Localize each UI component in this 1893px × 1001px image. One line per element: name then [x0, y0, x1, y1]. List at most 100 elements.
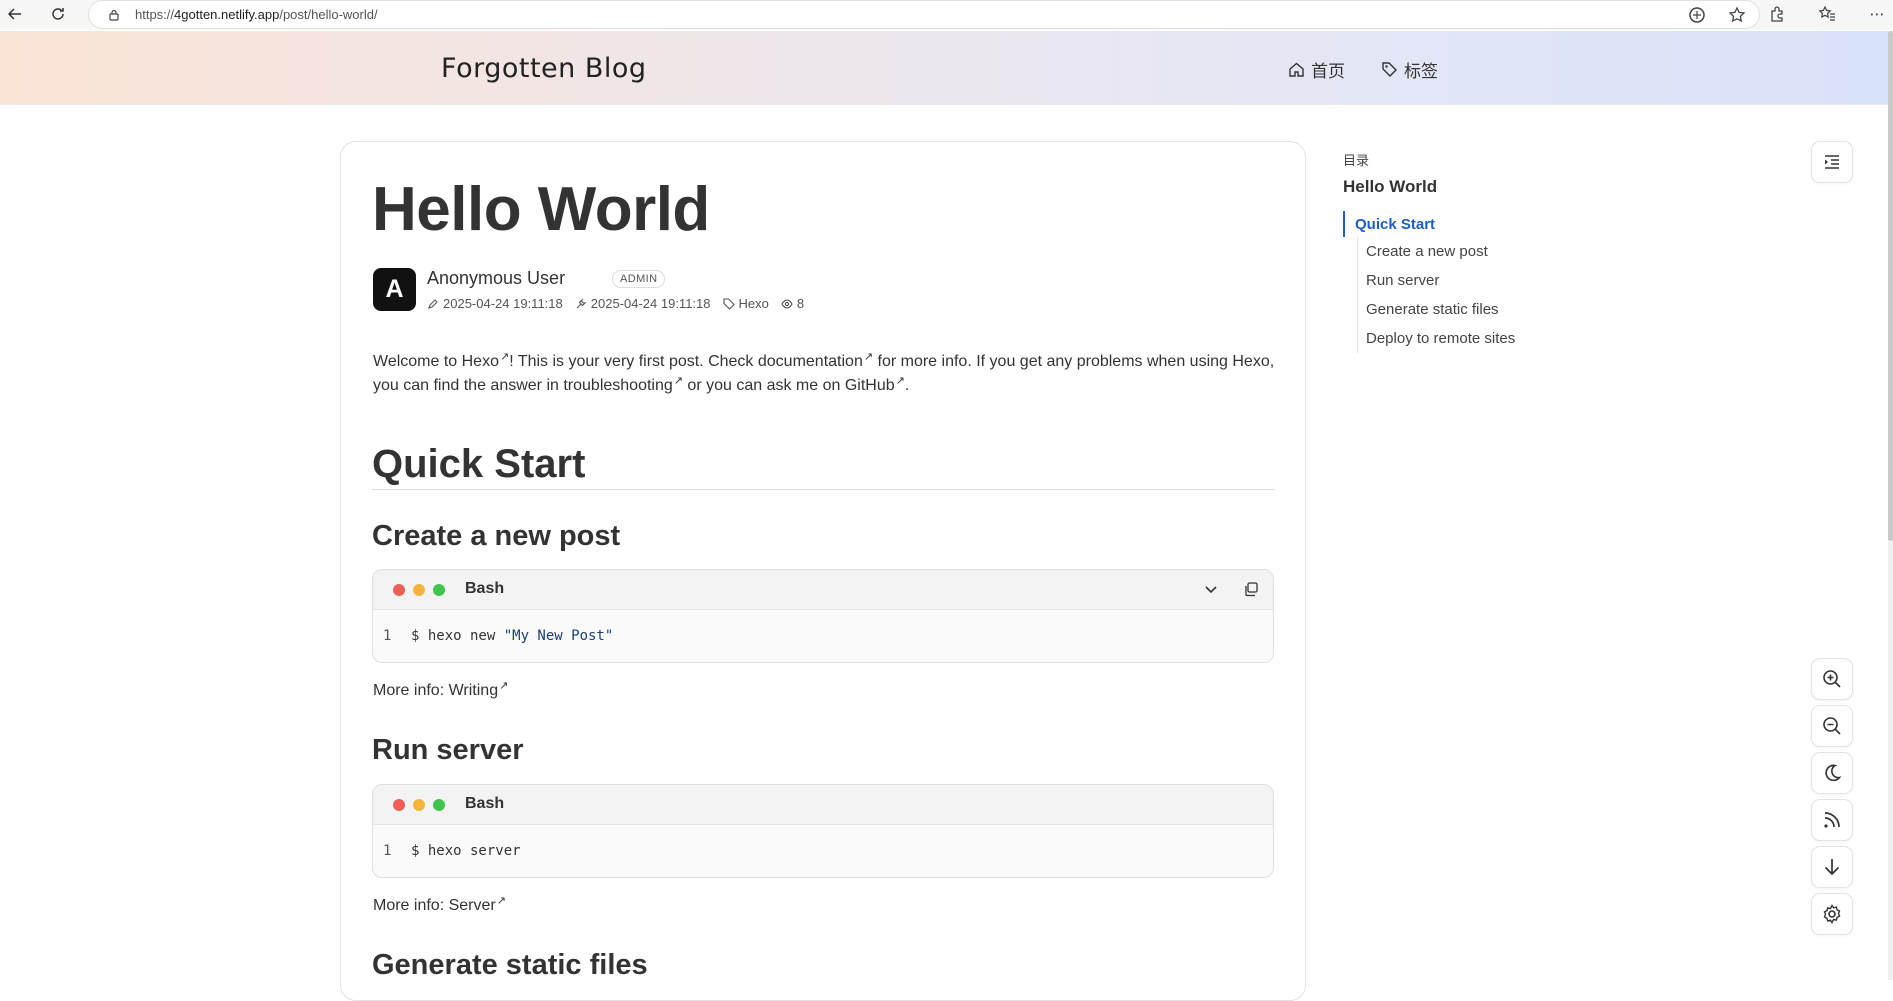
toc-toggle-button[interactable] — [1811, 141, 1853, 183]
zoom-in-icon — [1823, 670, 1841, 688]
code-content[interactable]: 1 $ hexo new "My New Post" — [373, 610, 1273, 662]
toc-list-icon — [1825, 155, 1839, 169]
scroll-down-button[interactable] — [1811, 846, 1853, 888]
browser-toolbar: https://4gotten.netlify.app/post/hello-w… — [0, 0, 1893, 30]
link-documentation[interactable]: documentation↗ — [757, 350, 874, 370]
code-language: Bash — [465, 580, 505, 597]
author-name: Anonymous User — [427, 268, 566, 288]
pencil-icon — [428, 298, 438, 309]
nav-item-home[interactable]: 首页 — [1288, 57, 1345, 82]
table-of-contents: 目录 Hello World Quick Start Create a new … — [1343, 150, 1603, 353]
collapse-button[interactable] — [1201, 579, 1221, 599]
url-scheme: https:// — [135, 7, 175, 22]
zoom-in-button[interactable] — [1811, 658, 1853, 700]
post-card: Hello World A Anonymous User ADMIN 2025-… — [340, 141, 1306, 1001]
window-dot-red — [393, 584, 405, 596]
post-meta: A Anonymous User ADMIN 2025-04-24 19:11:… — [373, 268, 973, 314]
more-info-prefix: More info: — [373, 897, 449, 914]
code-language: Bash — [465, 795, 505, 812]
avatar: A — [373, 268, 416, 311]
toc-sublist: Create a new post Run server Generate st… — [1357, 237, 1603, 353]
code-string: "My New Post" — [503, 628, 614, 644]
rss-icon — [1824, 812, 1840, 828]
link-troubleshooting[interactable]: troubleshooting↗ — [563, 374, 683, 394]
external-link-icon: ↗ — [496, 894, 506, 907]
post-tag[interactable]: Hexo — [722, 296, 769, 311]
more-options-icon[interactable]: ⋯ — [1867, 4, 1887, 24]
reload-button[interactable] — [47, 3, 69, 25]
intro-text-5: . — [904, 377, 910, 394]
code-block-create-post: Bash 1 $ hexo new "My New Post" — [372, 569, 1274, 663]
window-dot-yellow — [413, 584, 425, 596]
link-server-label: Server — [448, 897, 496, 914]
toc-title[interactable]: Hello World — [1343, 177, 1603, 197]
dark-mode-button[interactable] — [1811, 752, 1853, 794]
toc-label: 目录 — [1343, 153, 1370, 168]
settings-button[interactable] — [1811, 893, 1853, 935]
url-host: 4gotten.netlify.app — [174, 7, 280, 22]
scrollbar-thumb[interactable] — [1888, 31, 1893, 541]
toc-item-generate-static-files[interactable]: Generate static files — [1366, 295, 1603, 324]
created-date: 2025-04-24 19:11:18 — [443, 296, 563, 311]
link-hexo-label: Hexo — [461, 353, 499, 370]
toc-item-run-server[interactable]: Run server — [1366, 266, 1603, 295]
rss-button[interactable] — [1811, 799, 1853, 841]
role-badge: ADMIN — [612, 270, 666, 288]
zoom-out-button[interactable] — [1811, 705, 1853, 747]
code-header: Bash — [373, 785, 1273, 825]
zoom-out-icon — [1823, 717, 1841, 735]
intro-paragraph: Welcome to Hexo↗! This is your very firs… — [373, 350, 1283, 398]
external-link-icon: ↗ — [499, 350, 510, 363]
link-github[interactable]: GitHub↗ — [845, 375, 905, 394]
moon-icon — [1825, 764, 1842, 782]
heading-quick-start: Quick Start — [372, 442, 586, 486]
nav-item-tags[interactable]: 标签 — [1381, 57, 1438, 82]
external-link-icon: ↗ — [863, 350, 874, 363]
toc-item-create-post[interactable]: Create a new post — [1366, 237, 1603, 266]
gear-icon — [1823, 904, 1841, 924]
code-header: Bash — [373, 570, 1273, 610]
external-link-icon: ↗ — [673, 374, 683, 387]
copy-icon — [1245, 582, 1258, 597]
translate-icon[interactable] — [1687, 5, 1707, 25]
heading-create-post: Create a new post — [372, 520, 621, 552]
nav-tags-label: 标签 — [1404, 62, 1438, 81]
window-dot-yellow — [413, 799, 425, 811]
url-path: /post/hello-world/ — [279, 7, 378, 22]
back-button[interactable] — [4, 3, 26, 25]
home-icon — [1289, 62, 1304, 77]
extensions-icon[interactable] — [1767, 4, 1787, 24]
address-bar[interactable]: https://4gotten.netlify.app/post/hello-w… — [88, 0, 1760, 29]
code-command: $ hexo server — [411, 843, 521, 859]
toc-item-quick-start[interactable]: Quick Start — [1343, 211, 1603, 237]
post-title: Hello World — [372, 175, 710, 244]
lock-icon — [109, 9, 119, 21]
heading-generate-static-files: Generate static files — [372, 949, 648, 981]
star-icon[interactable] — [1727, 5, 1747, 25]
line-number: 1 — [383, 843, 392, 859]
toc-item-deploy[interactable]: Deploy to remote sites — [1366, 324, 1603, 353]
wrench-icon — [576, 297, 587, 308]
page-scrollbar[interactable] — [1888, 31, 1893, 980]
window-dot-green — [433, 584, 445, 596]
copy-button[interactable] — [1241, 579, 1261, 599]
nav-home-label: 首页 — [1311, 62, 1345, 81]
post-tag-label: Hexo — [738, 296, 769, 311]
code-content[interactable]: 1 $ hexo server — [373, 825, 1273, 877]
link-writing[interactable]: Writing↗ — [449, 679, 509, 699]
window-dot-green — [433, 799, 445, 811]
reload-icon — [52, 8, 64, 20]
site-brand[interactable]: Forgotten Blog — [441, 53, 647, 84]
line-number: 1 — [383, 628, 392, 644]
link-hexo[interactable]: Hexo↗ — [461, 350, 510, 370]
external-link-icon: ↗ — [499, 679, 509, 692]
intro-text-2: ! This is your very first post. Check — [509, 353, 758, 370]
link-documentation-label: documentation — [757, 353, 863, 370]
arrow-left-icon — [7, 8, 21, 20]
arrow-down-icon — [1824, 859, 1840, 876]
eye-icon — [781, 298, 793, 309]
tag-icon — [1382, 62, 1397, 77]
favorites-icon[interactable] — [1817, 4, 1837, 24]
link-server[interactable]: Server↗ — [448, 894, 506, 914]
updated-date: 2025-04-24 19:11:18 — [590, 296, 711, 311]
